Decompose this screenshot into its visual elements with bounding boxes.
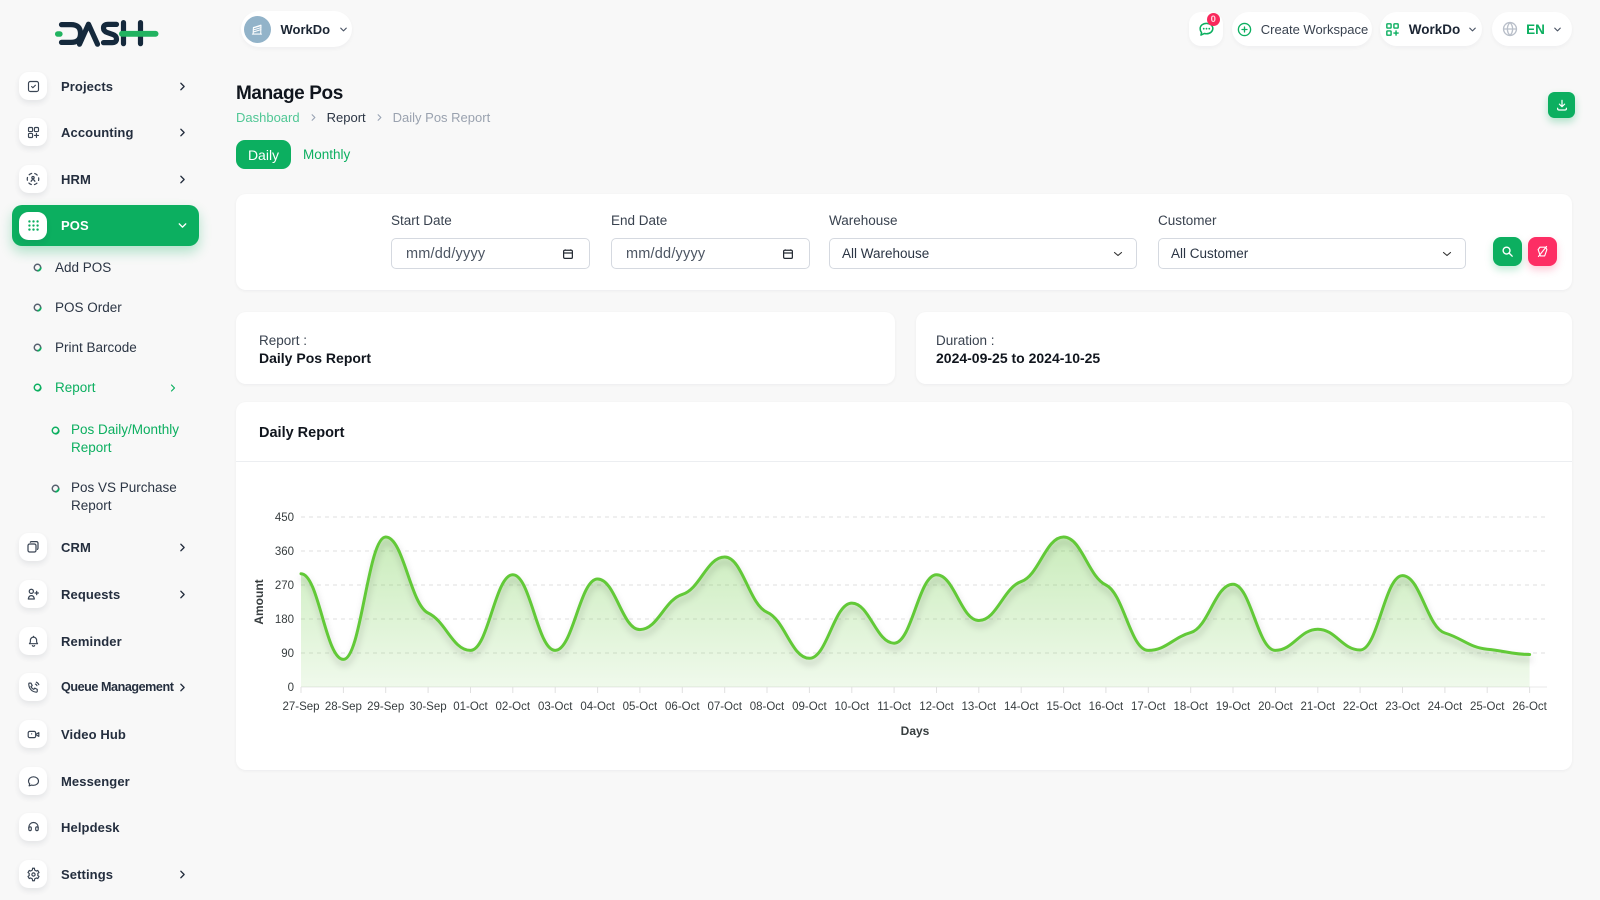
svg-text:27-Sep: 27-Sep — [282, 701, 319, 713]
svg-text:22-Oct: 22-Oct — [1343, 701, 1378, 713]
svg-text:13-Oct: 13-Oct — [962, 701, 997, 713]
svg-text:01-Oct: 01-Oct — [453, 701, 488, 713]
svg-text:20-Oct: 20-Oct — [1258, 701, 1293, 713]
svg-text:10-Oct: 10-Oct — [835, 701, 870, 713]
svg-text:28-Sep: 28-Sep — [325, 701, 362, 713]
svg-text:02-Oct: 02-Oct — [496, 701, 531, 713]
svg-text:12-Oct: 12-Oct — [919, 701, 954, 713]
svg-text:24-Oct: 24-Oct — [1428, 701, 1463, 713]
svg-text:17-Oct: 17-Oct — [1131, 701, 1166, 713]
svg-text:26-Oct: 26-Oct — [1512, 701, 1547, 713]
svg-text:11-Oct: 11-Oct — [877, 701, 911, 713]
svg-text:Amount: Amount — [252, 579, 266, 624]
svg-text:450: 450 — [275, 512, 294, 524]
svg-text:16-Oct: 16-Oct — [1089, 701, 1124, 713]
svg-text:14-Oct: 14-Oct — [1004, 701, 1039, 713]
svg-text:0: 0 — [288, 682, 294, 694]
svg-text:09-Oct: 09-Oct — [792, 701, 827, 713]
svg-text:04-Oct: 04-Oct — [580, 701, 615, 713]
svg-text:18-Oct: 18-Oct — [1173, 701, 1208, 713]
svg-text:23-Oct: 23-Oct — [1385, 701, 1420, 713]
svg-text:270: 270 — [275, 580, 294, 592]
svg-text:90: 90 — [281, 648, 294, 660]
svg-text:30-Sep: 30-Sep — [410, 701, 447, 713]
svg-text:03-Oct: 03-Oct — [538, 701, 573, 713]
svg-text:15-Oct: 15-Oct — [1046, 701, 1081, 713]
svg-text:21-Oct: 21-Oct — [1301, 701, 1336, 713]
svg-text:29-Sep: 29-Sep — [367, 701, 404, 713]
svg-text:08-Oct: 08-Oct — [750, 701, 785, 713]
svg-text:07-Oct: 07-Oct — [707, 701, 742, 713]
svg-text:06-Oct: 06-Oct — [665, 701, 700, 713]
svg-text:360: 360 — [275, 546, 294, 558]
svg-text:25-Oct: 25-Oct — [1470, 701, 1505, 713]
svg-text:19-Oct: 19-Oct — [1216, 701, 1251, 713]
svg-text:05-Oct: 05-Oct — [623, 701, 658, 713]
svg-text:Days: Days — [901, 724, 930, 738]
svg-text:180: 180 — [275, 614, 294, 626]
